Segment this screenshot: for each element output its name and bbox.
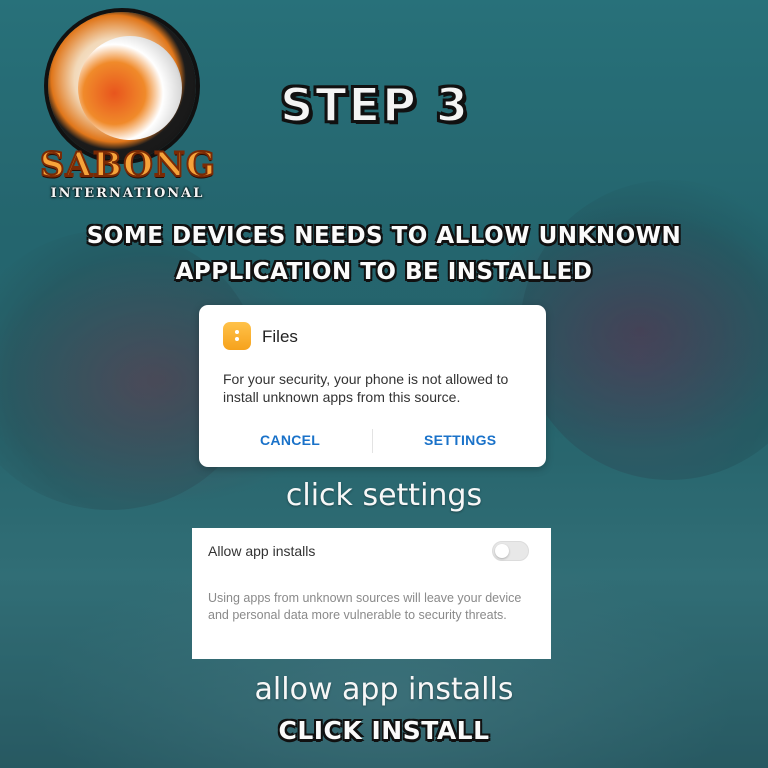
allow-installs-toggle[interactable]	[492, 541, 529, 561]
logo-subtitle: INTERNATIONAL	[50, 186, 205, 201]
dialog-message: For your security, your phone is not all…	[223, 371, 509, 405]
cancel-button[interactable]: CANCEL	[260, 432, 320, 448]
button-divider	[372, 429, 373, 453]
unknown-apps-dialog: Files For your security, your phone is n…	[199, 305, 546, 467]
sabong-logo: SABONG INTERNATIONAL	[39, 10, 217, 201]
step-title: STEP 3	[279, 77, 470, 133]
files-app-icon	[223, 322, 251, 350]
caption-click-settings: click settings	[285, 478, 483, 513]
caption-click-install: CLICK INSTALL	[278, 716, 490, 745]
security-note: Using apps from unknown sources will lea…	[208, 591, 522, 622]
rooster-logo-icon	[48, 12, 196, 160]
caption-allow-app-installs: allow app installs	[254, 672, 514, 707]
logo-name: SABONG	[39, 144, 217, 186]
allow-installs-label: Allow app installs	[208, 543, 316, 559]
warning-line-2: APPLICATION TO BE INSTALLED	[175, 259, 593, 285]
promo-canvas: SABONG INTERNATIONAL STEP 3 SOME DEVICES…	[0, 0, 768, 768]
dialog-title: Files	[262, 327, 298, 346]
rooster-emblem	[78, 36, 182, 140]
allow-installs-panel: Allow app installs Using apps from unkno…	[192, 528, 551, 659]
toggle-knob	[495, 544, 509, 558]
warning-line-1: SOME DEVICES NEEDS TO ALLOW UNKNOWN	[86, 223, 682, 249]
settings-button[interactable]: SETTINGS	[424, 432, 496, 448]
